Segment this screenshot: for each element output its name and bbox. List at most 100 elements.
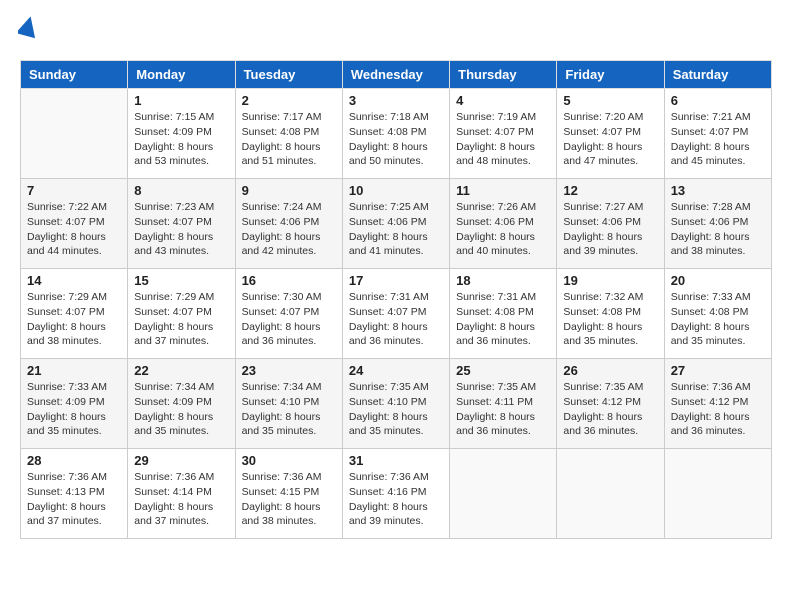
calendar-cell: 6 Sunrise: 7:21 AM Sunset: 4:07 PM Daylig…: [664, 89, 771, 179]
day-number: 29: [134, 453, 228, 468]
calendar-cell: 11 Sunrise: 7:26 AM Sunset: 4:06 PM Dayli…: [450, 179, 557, 269]
day-number: 22: [134, 363, 228, 378]
calendar-cell: 9 Sunrise: 7:24 AM Sunset: 4:06 PM Daylig…: [235, 179, 342, 269]
day-info: Sunrise: 7:28 AM Sunset: 4:06 PM Dayligh…: [671, 200, 765, 259]
day-number: 26: [563, 363, 657, 378]
day-number: 12: [563, 183, 657, 198]
day-info: Sunrise: 7:36 AM Sunset: 4:14 PM Dayligh…: [134, 470, 228, 529]
weekday-header-thursday: Thursday: [450, 61, 557, 89]
calendar-cell: 8 Sunrise: 7:23 AM Sunset: 4:07 PM Daylig…: [128, 179, 235, 269]
calendar-cell: 29 Sunrise: 7:36 AM Sunset: 4:14 PM Dayli…: [128, 449, 235, 539]
calendar-table: SundayMondayTuesdayWednesdayThursdayFrid…: [20, 60, 772, 539]
day-info: Sunrise: 7:19 AM Sunset: 4:07 PM Dayligh…: [456, 110, 550, 169]
page-header: [20, 20, 772, 44]
day-number: 18: [456, 273, 550, 288]
day-number: 8: [134, 183, 228, 198]
day-info: Sunrise: 7:33 AM Sunset: 4:09 PM Dayligh…: [27, 380, 121, 439]
calendar-cell: 27 Sunrise: 7:36 AM Sunset: 4:12 PM Dayli…: [664, 359, 771, 449]
day-info: Sunrise: 7:24 AM Sunset: 4:06 PM Dayligh…: [242, 200, 336, 259]
calendar-cell: 10 Sunrise: 7:25 AM Sunset: 4:06 PM Dayli…: [342, 179, 449, 269]
calendar-cell: [450, 449, 557, 539]
calendar-cell: 1Sunrise: 7:15 AM Sunset: 4:09 PM Daylig…: [128, 89, 235, 179]
weekday-header-sunday: Sunday: [21, 61, 128, 89]
calendar-week-row: 14 Sunrise: 7:29 AM Sunset: 4:07 PM Dayli…: [21, 269, 772, 359]
day-info: Sunrise: 7:36 AM Sunset: 4:16 PM Dayligh…: [349, 470, 443, 529]
calendar-cell: 5 Sunrise: 7:20 AM Sunset: 4:07 PM Daylig…: [557, 89, 664, 179]
day-number: 10: [349, 183, 443, 198]
day-info: Sunrise: 7:29 AM Sunset: 4:07 PM Dayligh…: [27, 290, 121, 349]
calendar-cell: 4 Sunrise: 7:19 AM Sunset: 4:07 PM Daylig…: [450, 89, 557, 179]
weekday-header-monday: Monday: [128, 61, 235, 89]
calendar-cell: 25Sunrise: 7:35 AM Sunset: 4:11 PM Dayli…: [450, 359, 557, 449]
day-info: Sunrise: 7:29 AM Sunset: 4:07 PM Dayligh…: [134, 290, 228, 349]
calendar-cell: 19 Sunrise: 7:32 AM Sunset: 4:08 PM Dayli…: [557, 269, 664, 359]
day-info: Sunrise: 7:18 AM Sunset: 4:08 PM Dayligh…: [349, 110, 443, 169]
day-info: Sunrise: 7:36 AM Sunset: 4:13 PM Dayligh…: [27, 470, 121, 529]
day-number: 30: [242, 453, 336, 468]
day-number: 20: [671, 273, 765, 288]
day-info: Sunrise: 7:23 AM Sunset: 4:07 PM Dayligh…: [134, 200, 228, 259]
calendar-cell: 13 Sunrise: 7:28 AM Sunset: 4:06 PM Dayli…: [664, 179, 771, 269]
day-info: Sunrise: 7:15 AM Sunset: 4:09 PM Dayligh…: [134, 110, 228, 169]
calendar-header-row: SundayMondayTuesdayWednesdayThursdayFrid…: [21, 61, 772, 89]
day-number: 9: [242, 183, 336, 198]
day-number: 2: [242, 93, 336, 108]
calendar-cell: 14 Sunrise: 7:29 AM Sunset: 4:07 PM Dayli…: [21, 269, 128, 359]
day-info: Sunrise: 7:17 AM Sunset: 4:08 PM Dayligh…: [242, 110, 336, 169]
calendar-week-row: 28 Sunrise: 7:36 AM Sunset: 4:13 PM Dayli…: [21, 449, 772, 539]
calendar-cell: 16Sunrise: 7:30 AM Sunset: 4:07 PM Dayli…: [235, 269, 342, 359]
day-info: Sunrise: 7:31 AM Sunset: 4:07 PM Dayligh…: [349, 290, 443, 349]
calendar-cell: 20 Sunrise: 7:33 AM Sunset: 4:08 PM Dayli…: [664, 269, 771, 359]
calendar-cell: 21 Sunrise: 7:33 AM Sunset: 4:09 PM Dayli…: [21, 359, 128, 449]
day-info: Sunrise: 7:25 AM Sunset: 4:06 PM Dayligh…: [349, 200, 443, 259]
day-info: Sunrise: 7:30 AM Sunset: 4:07 PM Dayligh…: [242, 290, 336, 349]
calendar-cell: 23Sunrise: 7:34 AM Sunset: 4:10 PM Dayli…: [235, 359, 342, 449]
day-info: Sunrise: 7:20 AM Sunset: 4:07 PM Dayligh…: [563, 110, 657, 169]
calendar-cell: 17 Sunrise: 7:31 AM Sunset: 4:07 PM Dayli…: [342, 269, 449, 359]
logo-icon: [18, 16, 38, 40]
calendar-cell: 24Sunrise: 7:35 AM Sunset: 4:10 PM Dayli…: [342, 359, 449, 449]
calendar-cell: 12 Sunrise: 7:27 AM Sunset: 4:06 PM Dayli…: [557, 179, 664, 269]
calendar-cell: [21, 89, 128, 179]
calendar-cell: [557, 449, 664, 539]
day-info: Sunrise: 7:32 AM Sunset: 4:08 PM Dayligh…: [563, 290, 657, 349]
day-info: Sunrise: 7:36 AM Sunset: 4:12 PM Dayligh…: [671, 380, 765, 439]
day-info: Sunrise: 7:27 AM Sunset: 4:06 PM Dayligh…: [563, 200, 657, 259]
day-info: Sunrise: 7:26 AM Sunset: 4:06 PM Dayligh…: [456, 200, 550, 259]
weekday-header-saturday: Saturday: [664, 61, 771, 89]
day-number: 23: [242, 363, 336, 378]
day-number: 25: [456, 363, 550, 378]
day-info: Sunrise: 7:33 AM Sunset: 4:08 PM Dayligh…: [671, 290, 765, 349]
calendar-cell: 15Sunrise: 7:29 AM Sunset: 4:07 PM Dayli…: [128, 269, 235, 359]
day-number: 21: [27, 363, 121, 378]
day-info: Sunrise: 7:36 AM Sunset: 4:15 PM Dayligh…: [242, 470, 336, 529]
calendar-cell: 28 Sunrise: 7:36 AM Sunset: 4:13 PM Dayli…: [21, 449, 128, 539]
day-number: 17: [349, 273, 443, 288]
day-number: 28: [27, 453, 121, 468]
weekday-header-wednesday: Wednesday: [342, 61, 449, 89]
day-number: 11: [456, 183, 550, 198]
day-number: 19: [563, 273, 657, 288]
calendar-cell: 22 Sunrise: 7:34 AM Sunset: 4:09 PM Dayli…: [128, 359, 235, 449]
calendar-cell: 2 Sunrise: 7:17 AM Sunset: 4:08 PM Daylig…: [235, 89, 342, 179]
day-info: Sunrise: 7:22 AM Sunset: 4:07 PM Dayligh…: [27, 200, 121, 259]
day-number: 31: [349, 453, 443, 468]
calendar-cell: 30 Sunrise: 7:36 AM Sunset: 4:15 PM Dayli…: [235, 449, 342, 539]
weekday-header-friday: Friday: [557, 61, 664, 89]
day-number: 13: [671, 183, 765, 198]
day-info: Sunrise: 7:34 AM Sunset: 4:09 PM Dayligh…: [134, 380, 228, 439]
day-info: Sunrise: 7:21 AM Sunset: 4:07 PM Dayligh…: [671, 110, 765, 169]
day-info: Sunrise: 7:31 AM Sunset: 4:08 PM Dayligh…: [456, 290, 550, 349]
day-number: 5: [563, 93, 657, 108]
calendar-week-row: 1Sunrise: 7:15 AM Sunset: 4:09 PM Daylig…: [21, 89, 772, 179]
calendar-cell: 31 Sunrise: 7:36 AM Sunset: 4:16 PM Dayli…: [342, 449, 449, 539]
calendar-cell: [664, 449, 771, 539]
day-number: 4: [456, 93, 550, 108]
day-info: Sunrise: 7:35 AM Sunset: 4:10 PM Dayligh…: [349, 380, 443, 439]
day-info: Sunrise: 7:35 AM Sunset: 4:12 PM Dayligh…: [563, 380, 657, 439]
weekday-header-tuesday: Tuesday: [235, 61, 342, 89]
day-number: 14: [27, 273, 121, 288]
calendar-cell: 18 Sunrise: 7:31 AM Sunset: 4:08 PM Dayli…: [450, 269, 557, 359]
day-number: 6: [671, 93, 765, 108]
day-number: 27: [671, 363, 765, 378]
